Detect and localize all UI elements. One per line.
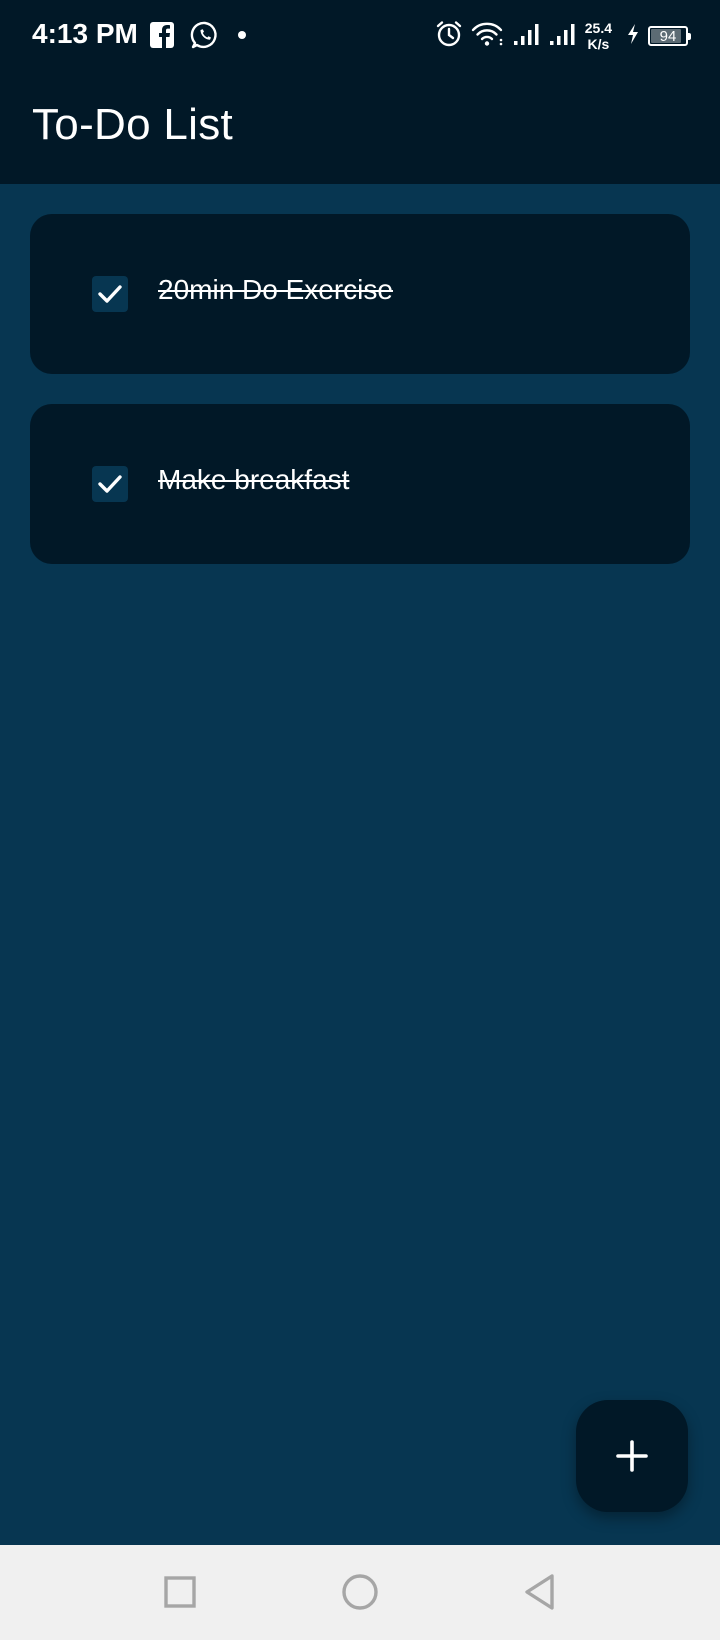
recent-apps-icon xyxy=(164,1576,196,1608)
task-text: 20min Do Exercise xyxy=(158,274,393,305)
back-button[interactable] xyxy=(515,1567,565,1617)
page-title: To-Do List xyxy=(32,100,234,149)
signal-icon xyxy=(513,22,541,51)
wifi-icon xyxy=(471,21,505,52)
battery-indicator: 94 xyxy=(648,26,691,46)
battery-level: 94 xyxy=(659,27,677,45)
network-speed-value: 25.4 xyxy=(584,20,612,36)
alarm-icon xyxy=(435,20,463,53)
facebook-icon xyxy=(150,21,174,53)
add-task-button[interactable] xyxy=(576,1400,688,1512)
network-speed: 25.4 K/s xyxy=(585,20,612,52)
notification-icons xyxy=(150,20,248,55)
home-icon xyxy=(342,1574,378,1610)
checkmark-icon xyxy=(98,285,122,303)
status-bar: 4:13 PM 25.4 K/s 94 xyxy=(0,0,720,72)
back-icon xyxy=(525,1574,554,1610)
charging-icon xyxy=(626,23,640,50)
status-time: 4:13 PM xyxy=(32,18,138,49)
task-checkbox[interactable] xyxy=(92,466,128,502)
battery-nub xyxy=(688,33,691,40)
plus-icon xyxy=(616,1440,648,1472)
task-checkbox[interactable] xyxy=(92,276,128,312)
app-bar: To-Do List xyxy=(0,72,720,184)
home-button[interactable] xyxy=(335,1567,385,1617)
task-text: Make breakfast xyxy=(158,464,350,495)
checkmark-icon xyxy=(98,475,122,493)
system-nav-bar xyxy=(0,1545,720,1640)
task-list: 20min Do Exercise Make breakfast xyxy=(30,214,690,594)
recent-apps-button[interactable] xyxy=(155,1567,205,1617)
signal-icon xyxy=(549,22,577,51)
task-card[interactable]: 20min Do Exercise xyxy=(30,214,690,374)
task-card[interactable]: Make breakfast xyxy=(30,404,690,564)
system-status: 25.4 K/s 94 xyxy=(435,16,691,56)
whatsapp-icon xyxy=(190,20,220,55)
dot-icon xyxy=(236,28,248,46)
network-speed-unit: K/s xyxy=(587,36,610,52)
